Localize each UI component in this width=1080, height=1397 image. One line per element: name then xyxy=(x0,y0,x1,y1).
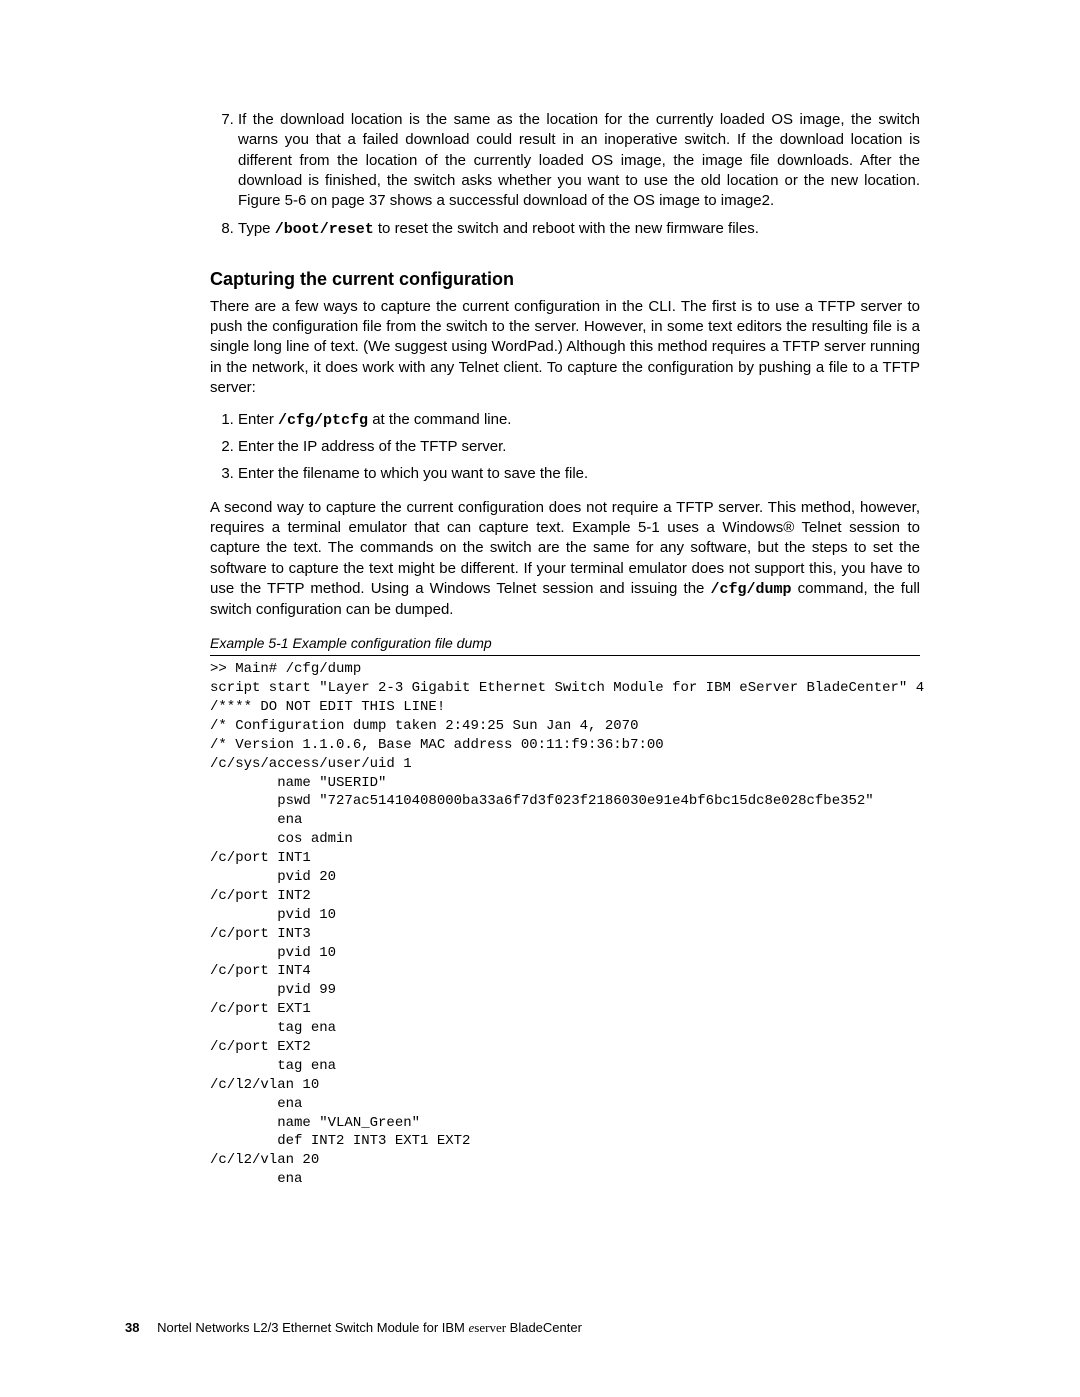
instruction-list: If the download location is the same as … xyxy=(210,110,920,241)
cfg-dump-command: /cfg/dump xyxy=(711,581,792,598)
instruction-item-8: Type /boot/reset to reset the switch and… xyxy=(238,219,920,240)
footer-title-suffix: BladeCenter xyxy=(506,1320,582,1335)
example-rule xyxy=(210,655,920,656)
example-caption: Example 5-1 Example configuration file d… xyxy=(210,634,920,653)
step-2: Enter the IP address of the TFTP server. xyxy=(238,437,920,457)
steps-list: Enter /cfg/ptcfg at the command line. En… xyxy=(210,410,920,484)
eserver-logo-rest: server xyxy=(474,1320,506,1335)
step-1: Enter /cfg/ptcfg at the command line. xyxy=(238,410,920,431)
instruction-7-text: If the download location is the same as … xyxy=(238,111,920,209)
intro-paragraph: There are a few ways to capture the curr… xyxy=(210,297,920,398)
step-1-suffix: at the command line. xyxy=(368,411,511,428)
cfg-ptcfg-command: /cfg/ptcfg xyxy=(278,412,368,429)
boot-reset-command: /boot/reset xyxy=(275,221,374,238)
footer-title-prefix: Nortel Networks L2/3 Ethernet Switch Mod… xyxy=(157,1320,468,1335)
step-1-prefix: Enter xyxy=(238,411,278,428)
step-3: Enter the filename to which you want to … xyxy=(238,464,920,484)
page-footer: 38 Nortel Networks L2/3 Ethernet Switch … xyxy=(125,1319,920,1337)
page-number: 38 xyxy=(125,1320,139,1335)
code-dump-block: >> Main# /cfg/dump script start "Layer 2… xyxy=(210,660,920,1189)
second-method-paragraph: A second way to capture the current conf… xyxy=(210,498,920,621)
instruction-8-prefix: Type xyxy=(238,220,275,237)
section-heading: Capturing the current configuration xyxy=(210,267,920,291)
instruction-8-suffix: to reset the switch and reboot with the … xyxy=(374,220,759,237)
instruction-item-7: If the download location is the same as … xyxy=(238,110,920,211)
document-page: If the download location is the same as … xyxy=(0,0,1080,1397)
